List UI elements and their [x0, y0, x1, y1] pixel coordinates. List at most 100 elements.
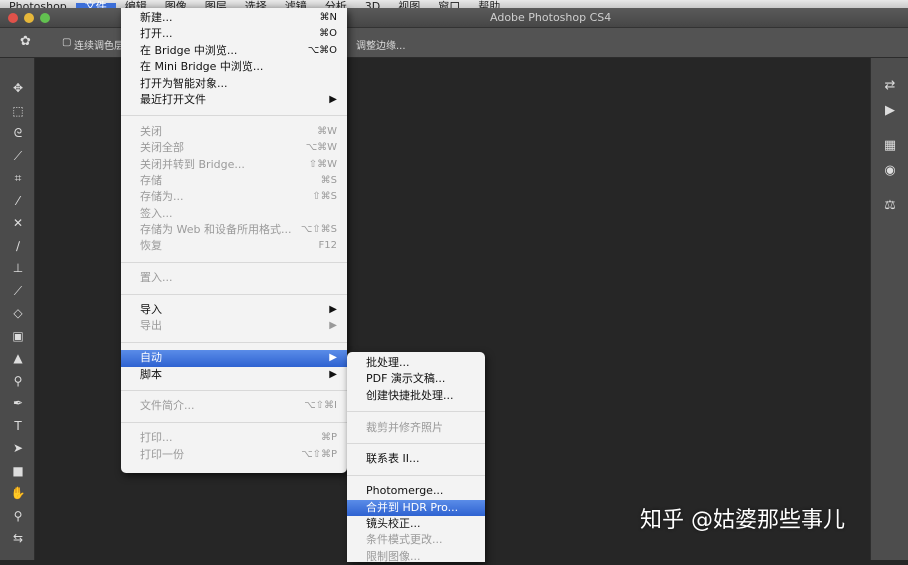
- marquee-tool-icon[interactable]: ⬚: [8, 103, 28, 119]
- shortcut-label: ⌘O: [319, 28, 337, 40]
- automate-item[interactable]: 镜头校正...: [347, 516, 485, 532]
- menu-separator: [347, 442, 485, 444]
- automate-item[interactable]: Photomerge...: [347, 483, 485, 499]
- menu-item-label: 打开...: [140, 27, 173, 41]
- gradient-tool-icon[interactable]: ▣: [8, 328, 28, 344]
- menu-item-label: 关闭: [140, 124, 162, 138]
- brush-tool-icon[interactable]: ∕: [8, 238, 28, 254]
- menu-item-label: 限制图像...: [366, 549, 421, 563]
- file-menu-item[interactable]: 脚本 ▶: [121, 367, 347, 383]
- menu-item-label: 导出: [140, 319, 162, 333]
- quick-select-tool-icon[interactable]: ⟋: [8, 148, 28, 164]
- shortcut-label: ⇧⌘S: [312, 191, 337, 203]
- window-title: Adobe Photoshop CS4: [490, 11, 612, 24]
- history-brush-tool-icon[interactable]: ⟋: [8, 283, 28, 299]
- menu-item-label: PDF 演示文稿...: [366, 372, 446, 386]
- automate-item[interactable]: 合并到 HDR Pro...: [347, 499, 485, 516]
- menu-item-label: 自动: [140, 351, 162, 365]
- file-menu-item: 签入...: [121, 206, 347, 222]
- menu-item-label: 关闭并转到 Bridge...: [140, 157, 245, 171]
- eyedropper-tool-icon[interactable]: ⁄: [8, 193, 28, 209]
- menu-separator: [121, 261, 347, 263]
- shape-tool-icon[interactable]: ■: [8, 463, 28, 479]
- file-menu-item: 恢复 F12: [121, 238, 347, 254]
- shortcut-label: ⌘N: [319, 12, 337, 23]
- menu-item-label: 打开为智能对象...: [140, 76, 228, 90]
- dodge-tool-icon[interactable]: ⚲: [8, 373, 28, 389]
- menu-separator: [121, 115, 347, 117]
- pen-tool-icon[interactable]: ✒: [8, 395, 28, 411]
- crop-tool-icon[interactable]: ⌗: [8, 170, 28, 186]
- layers-panel-icon[interactable]: ⇄: [880, 78, 900, 96]
- stamp-tool-icon[interactable]: ⊥: [8, 260, 28, 276]
- shortcut-label: ⌥⌘W: [305, 142, 337, 154]
- file-menu-item: 存储为... ⇧⌘S: [121, 189, 347, 205]
- refine-edge-button[interactable]: 调整边缘...: [356, 37, 406, 52]
- submenu-arrow-icon: ▶: [329, 352, 337, 364]
- menu-item-label: 裁剪并修齐照片: [366, 420, 443, 434]
- lasso-tool-icon[interactable]: ᘓ: [8, 125, 28, 141]
- menu-item-label: 创建快捷批处理...: [366, 388, 454, 402]
- automate-item[interactable]: 批处理...: [347, 355, 485, 371]
- close-window-button[interactable]: [8, 13, 18, 23]
- submenu-arrow-icon: ▶: [329, 320, 337, 332]
- file-menu-item[interactable]: 打开为智能对象...: [121, 76, 347, 92]
- healing-tool-icon[interactable]: ✕: [8, 215, 28, 231]
- type-tool-icon[interactable]: T: [8, 418, 28, 434]
- submenu-arrow-icon: ▶: [329, 304, 337, 316]
- swatches-panel-icon[interactable]: ▦: [880, 138, 900, 156]
- path-select-tool-icon[interactable]: ➤: [8, 440, 28, 456]
- shortcut-label: ⌥⇧⌘I: [304, 400, 337, 412]
- file-menu-item[interactable]: 在 Mini Bridge 中浏览...: [121, 59, 347, 75]
- menu-separator: [121, 293, 347, 295]
- menu-item-label: 合并到 HDR Pro...: [366, 500, 459, 514]
- blur-tool-icon[interactable]: ▲: [8, 350, 28, 366]
- swap-colors-tool-icon[interactable]: ⇆: [8, 530, 28, 546]
- menu-item-label: 新建...: [140, 11, 173, 24]
- shortcut-label: ⌘P: [320, 432, 337, 444]
- automate-item: 条件模式更改...: [347, 532, 485, 548]
- menu-item-label: 脚本: [140, 367, 162, 381]
- file-menu-item: 文件简介... ⌥⇧⌘I: [121, 398, 347, 414]
- file-menu-item: 关闭全部 ⌥⌘W: [121, 140, 347, 156]
- file-menu-item[interactable]: 自动 ▶: [121, 350, 347, 367]
- file-menu-item[interactable]: 打开... ⌘O: [121, 26, 347, 42]
- shortcut-label: ⌘S: [320, 174, 337, 186]
- file-menu-item: 打印... ⌘P: [121, 430, 347, 446]
- panel-dock: ⇄ ▶ ▦ ◉ ⚖: [870, 58, 908, 560]
- shortcut-label: ⌥⌘O: [307, 44, 337, 56]
- file-menu-item: 关闭并转到 Bridge... ⇧⌘W: [121, 157, 347, 173]
- file-menu-item[interactable]: 最近打开文件 ▶: [121, 92, 347, 108]
- file-menu-item[interactable]: 在 Bridge 中浏览... ⌥⌘O: [121, 43, 347, 59]
- mode-checkbox[interactable]: ▢: [62, 37, 71, 48]
- play-panel-icon[interactable]: ▶: [880, 103, 900, 121]
- eraser-tool-icon[interactable]: ◇: [8, 305, 28, 321]
- adjustments-panel-icon[interactable]: ◉: [880, 163, 900, 181]
- automate-item[interactable]: 联系表 II...: [347, 451, 485, 467]
- file-menu-item: 导出 ▶: [121, 318, 347, 334]
- move-tool-icon[interactable]: ✥: [8, 80, 28, 96]
- automate-item[interactable]: PDF 演示文稿...: [347, 371, 485, 387]
- shortcut-label: ⇧⌘W: [308, 158, 337, 170]
- minimize-window-button[interactable]: [24, 13, 34, 23]
- file-menu-item: 存储为 Web 和设备所用格式... ⌥⇧⌘S: [121, 222, 347, 238]
- menu-separator: [347, 474, 485, 476]
- hand-tool-icon[interactable]: ✋: [8, 485, 28, 501]
- submenu-arrow-icon: ▶: [329, 93, 337, 105]
- automate-item[interactable]: 创建快捷批处理...: [347, 388, 485, 404]
- file-menu-item: 存储 ⌘S: [121, 173, 347, 189]
- file-menu-item: 打印一份 ⌥⇧⌘P: [121, 447, 347, 463]
- tools-panel: ✥ ⬚ ᘓ ⟋ ⌗ ⁄ ✕ ∕ ⊥ ⟋ ◇ ▣ ▲ ⚲ ✒ T ➤ ■ ✋ ⚲ ⇆: [0, 58, 35, 560]
- zoom-tool-icon[interactable]: ⚲: [8, 508, 28, 524]
- shortcut-label: F12: [318, 240, 337, 252]
- file-menu-item[interactable]: 导入 ▶: [121, 302, 347, 318]
- watermark: 知乎 @姑婆那些事儿: [640, 508, 845, 533]
- file-menu-item[interactable]: 新建... ⌘N: [121, 10, 347, 26]
- menu-item-label: 在 Mini Bridge 中浏览...: [140, 60, 264, 74]
- tool-preset-icon[interactable]: ✿: [20, 34, 31, 49]
- styles-panel-icon[interactable]: ⚖: [880, 198, 900, 216]
- zoom-window-button[interactable]: [40, 13, 50, 23]
- automate-item: 裁剪并修齐照片: [347, 420, 485, 436]
- menu-item-label: 在 Bridge 中浏览...: [140, 43, 238, 57]
- menu-item-label: Photomerge...: [366, 484, 444, 498]
